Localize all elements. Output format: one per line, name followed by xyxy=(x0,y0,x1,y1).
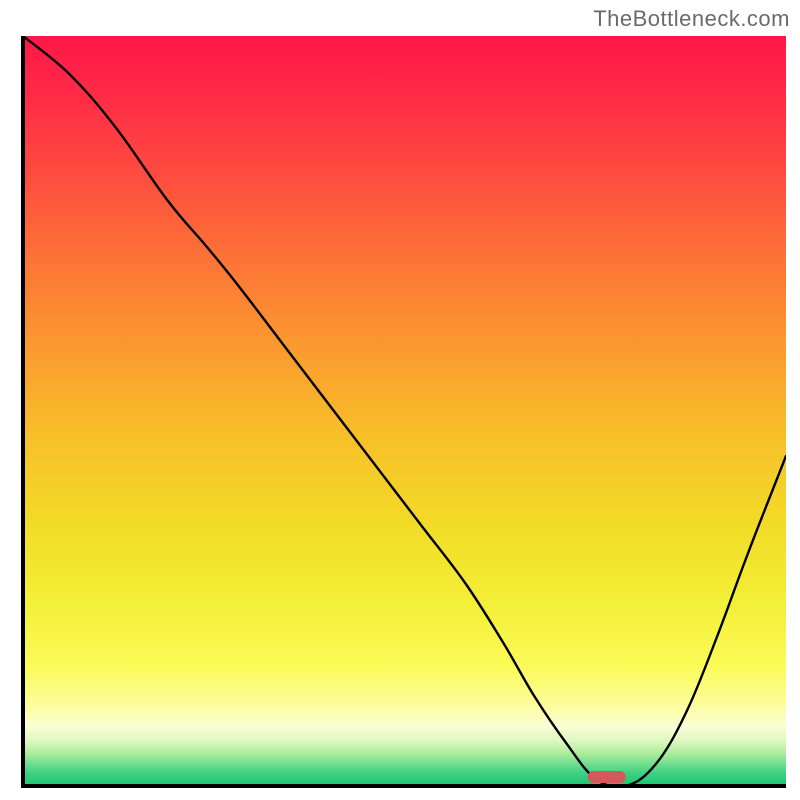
chart-background xyxy=(23,36,786,786)
optimal-marker xyxy=(588,771,626,783)
bottleneck-chart xyxy=(21,36,786,788)
watermark-text: TheBottleneck.com xyxy=(593,6,790,32)
